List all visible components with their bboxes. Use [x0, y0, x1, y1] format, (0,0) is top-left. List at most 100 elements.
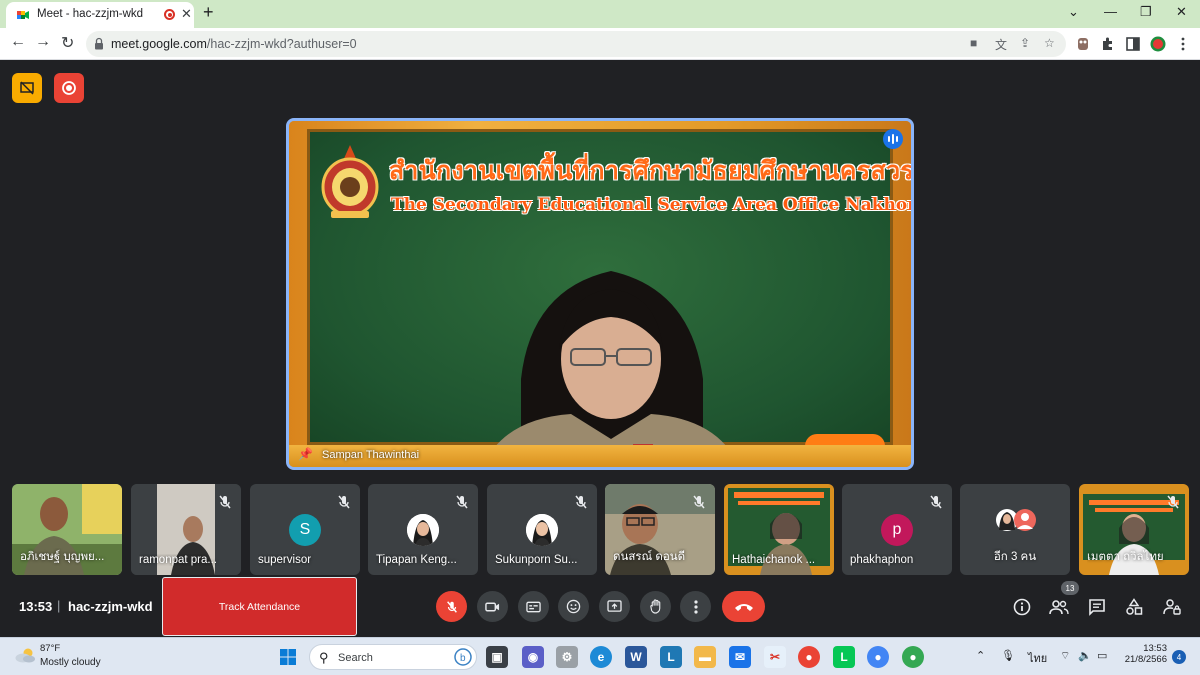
- activities-shapes-icon: [1126, 598, 1143, 615]
- main-speaker-tile[interactable]: สำนักงานเขตพื้นที่การศึกษามัธยมศึกษานครส…: [286, 118, 914, 470]
- microphone-toggle-button[interactable]: [436, 591, 467, 622]
- meeting-details-button[interactable]: [1012, 597, 1032, 617]
- chrome-active-icon[interactable]: ●: [902, 646, 924, 668]
- clock-time: 13:53: [1143, 643, 1167, 654]
- profile-avatar[interactable]: [1150, 36, 1166, 52]
- forward-button[interactable]: →: [35, 33, 51, 51]
- participant-tile[interactable]: p phakhaphon: [842, 484, 952, 575]
- volume-icon[interactable]: 🔈: [1078, 649, 1092, 662]
- notification-count-badge[interactable]: 4: [1172, 650, 1186, 664]
- chat-icon: [1089, 599, 1105, 616]
- mic-off-icon: [1167, 495, 1179, 509]
- weather-description[interactable]: Mostly cloudy: [40, 657, 101, 668]
- microphone-tray-icon[interactable]: 🎙: [1001, 649, 1015, 662]
- mail-app-icon[interactable]: ✉: [729, 646, 751, 668]
- office-seal-logo: [321, 145, 379, 218]
- tab-meet[interactable]: Meet - hac-zzjm-wkd ✕: [6, 2, 194, 28]
- snipping-tool-icon[interactable]: ✂: [764, 646, 786, 668]
- participant-tile[interactable]: S supervisor: [250, 484, 360, 575]
- camera-in-use-icon[interactable]: ■: [970, 36, 977, 50]
- windows-start-button[interactable]: [277, 646, 299, 668]
- teams-chat-icon[interactable]: ◉: [522, 646, 544, 668]
- raise-hand-button[interactable]: [640, 591, 671, 622]
- weather-temperature[interactable]: 87°F: [40, 643, 60, 654]
- edge-browser-icon[interactable]: e: [590, 646, 612, 668]
- tray-overflow-chevron-icon[interactable]: ⌃: [976, 649, 985, 662]
- participant-name: supervisor: [258, 554, 312, 566]
- participant-tile[interactable]: Tipapan Keng...: [368, 484, 478, 575]
- browser-menu-icon[interactable]: [1175, 36, 1191, 52]
- host-controls-lock-icon: [1163, 599, 1181, 615]
- track-attendance-button[interactable]: Track Attendance: [162, 577, 357, 636]
- present-screen-icon: [607, 600, 622, 612]
- host-controls-button[interactable]: [1162, 597, 1182, 617]
- activities-button[interactable]: [1124, 597, 1144, 617]
- chat-button[interactable]: [1087, 597, 1107, 617]
- participant-tile[interactable]: ramonpat pra...: [131, 484, 241, 575]
- windows-taskbar: 87°F Mostly cloudy ⚲ Search b ▣ ◉ ⚙ e W …: [0, 637, 1200, 675]
- bookmark-star-icon[interactable]: ☆: [1044, 36, 1055, 50]
- meeting-info-separator: |: [57, 598, 61, 613]
- search-placeholder: Search: [338, 652, 373, 664]
- mic-off-icon: [219, 495, 231, 509]
- meeting-time: 13:53: [19, 599, 53, 614]
- more-participants-tile[interactable]: อีก 3 คน: [960, 484, 1070, 575]
- participant-tile[interactable]: เมตตา ถวิลไทย: [1079, 484, 1189, 575]
- participant-tile[interactable]: Sukunporn Su...: [487, 484, 597, 575]
- window-close-button[interactable]: ✕: [1176, 4, 1187, 20]
- task-view-icon[interactable]: ▣: [486, 646, 508, 668]
- recording-indicator-icon: [164, 9, 175, 20]
- battery-icon[interactable]: ▭: [1097, 649, 1107, 662]
- camera-toggle-button[interactable]: [477, 591, 508, 622]
- participant-tile[interactable]: Hathaichanok ...: [724, 484, 834, 575]
- leave-call-button[interactable]: [722, 591, 765, 622]
- participant-name: Sukunporn Su...: [495, 554, 578, 566]
- widgets-icon[interactable]: ⚙: [556, 646, 578, 668]
- address-bar[interactable]: meet.google.com/hac-zzjm-wkd?authuser=0 …: [86, 31, 1066, 57]
- people-button[interactable]: [1049, 597, 1069, 617]
- line-app-icon[interactable]: L: [833, 646, 855, 668]
- input-language[interactable]: ไทย: [1028, 649, 1047, 667]
- share-icon[interactable]: ⇪: [1020, 36, 1030, 50]
- present-screen-button[interactable]: [599, 591, 630, 622]
- url-path: /hac-zzjm-wkd?authuser=0: [206, 37, 357, 51]
- more-options-button[interactable]: [680, 591, 711, 622]
- cloudy-weather-icon[interactable]: [14, 647, 36, 663]
- side-panel-icon[interactable]: [1125, 36, 1141, 52]
- new-tab-button[interactable]: +: [203, 2, 214, 23]
- extension-owl-icon[interactable]: [1075, 36, 1091, 52]
- participant-group-avatars: [996, 509, 1036, 531]
- meeting-code: hac-zzjm-wkd: [68, 599, 153, 614]
- word-app-icon[interactable]: W: [625, 646, 647, 668]
- participant-tile[interactable]: อภิเชษฐ์ บุญพย...: [12, 484, 122, 575]
- tab-close-button[interactable]: ✕: [181, 6, 192, 22]
- tab-search-button[interactable]: ⌄: [1068, 4, 1079, 20]
- translate-icon[interactable]: 文: [995, 36, 1007, 53]
- people-count-badge: 13: [1061, 581, 1079, 595]
- captions-button[interactable]: [518, 591, 549, 622]
- taskbar-search-box[interactable]: ⚲ Search b: [309, 644, 477, 670]
- recording-badge[interactable]: [54, 73, 84, 103]
- maximize-button[interactable]: ❐: [1140, 4, 1152, 20]
- windows-logo-icon: [280, 649, 296, 665]
- back-button[interactable]: ←: [10, 33, 26, 51]
- reactions-button[interactable]: [558, 591, 589, 622]
- l-app-icon[interactable]: L: [660, 646, 682, 668]
- search-icon: ⚲: [319, 650, 329, 665]
- wifi-icon[interactable]: ⌔: [1060, 649, 1070, 663]
- captions-off-badge[interactable]: [12, 73, 42, 103]
- mic-off-icon: [456, 495, 468, 509]
- clock-date: 21/8/2566: [1124, 654, 1167, 665]
- pin-icon[interactable]: 📌: [298, 447, 313, 461]
- taskbar-clock[interactable]: 13:53 21/8/2566: [1123, 643, 1167, 665]
- file-explorer-icon[interactable]: ▬: [694, 646, 716, 668]
- minimize-button[interactable]: —: [1104, 4, 1117, 19]
- chrome-browser-icon[interactable]: ●: [798, 646, 820, 668]
- participant-tile[interactable]: ดนสรณ์ ดอนดี: [605, 484, 715, 575]
- info-icon: [1013, 598, 1031, 616]
- closed-captions-icon: [526, 601, 541, 612]
- reload-button[interactable]: ↻: [61, 33, 74, 53]
- extensions-puzzle-icon[interactable]: [1100, 36, 1116, 52]
- chrome-profile-icon[interactable]: ●: [867, 646, 889, 668]
- hang-up-icon: [734, 603, 753, 611]
